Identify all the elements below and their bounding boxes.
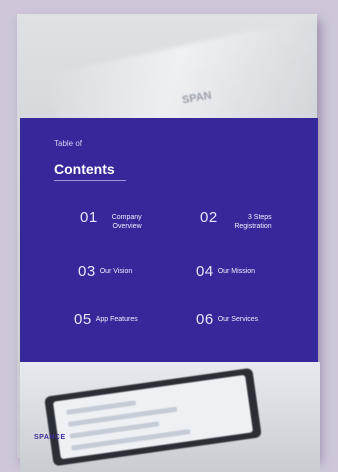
toc-item-our-mission[interactable]: 04 Our Mission (196, 264, 255, 279)
toc-item-label: App Features (95, 316, 138, 323)
toc-item-app-features[interactable]: 05 App Features (74, 312, 138, 327)
toc-item-label: Our Vision (99, 268, 133, 275)
toc-item-label: 3 Steps Registration (234, 214, 272, 230)
toc-item-registration[interactable]: 02 3 Steps Registration (200, 210, 272, 231)
toc-item-number: 05 (74, 311, 92, 328)
toc-item-our-vision[interactable]: 03 Our Vision (78, 264, 132, 279)
toc-item-number: 06 (196, 311, 214, 328)
toc-item-our-services[interactable]: 06 Our Services (196, 312, 258, 327)
toc-title: Contents (54, 161, 115, 177)
toc-subtitle: Table of (54, 139, 83, 148)
toc-item-label: Our Mission (217, 268, 256, 275)
toc-item-company-overview[interactable]: 01 Company Overview (80, 210, 142, 231)
toc-divider (54, 180, 126, 181)
toc-item-label: Our Services (217, 316, 259, 323)
toc-item-label: Company Overview (111, 214, 142, 230)
toc-item-number: 04 (196, 263, 214, 280)
tablet-screen (52, 374, 254, 460)
footer-brand: SPANCE (34, 434, 66, 441)
tablet-photo (20, 362, 320, 472)
tablet-device (44, 367, 262, 467)
toc-item-number: 02 (200, 209, 218, 226)
toc-item-number: 01 (80, 209, 98, 226)
toc-panel: Table of Contents 01 Company Overview 02… (20, 118, 318, 364)
toc-item-number: 03 (78, 263, 96, 280)
